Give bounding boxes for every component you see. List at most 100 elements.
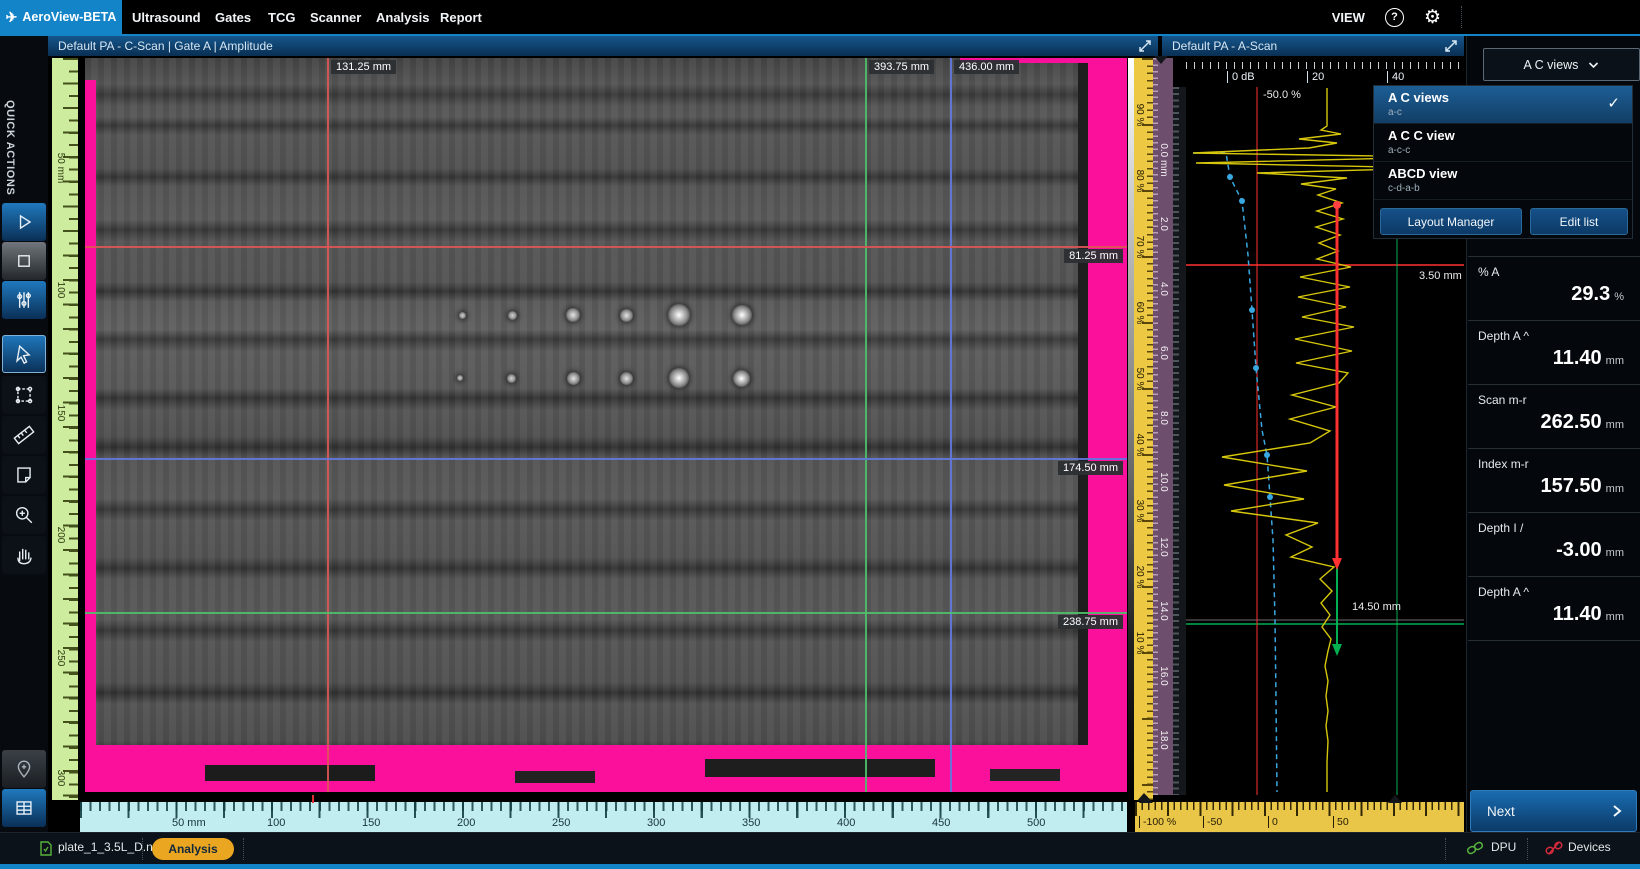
measurement-unit: mm bbox=[1606, 547, 1624, 559]
app-tab[interactable]: ✈ AeroView-BETA bbox=[0, 0, 122, 34]
defect-dot bbox=[507, 374, 516, 383]
stop-icon bbox=[11, 248, 37, 274]
ruler-label: 6.0 bbox=[1158, 346, 1169, 360]
zoom-icon bbox=[11, 502, 37, 528]
measurement-value: 11.40mm bbox=[1478, 347, 1624, 370]
menu-ultrasound[interactable]: Ultrasound bbox=[132, 0, 201, 34]
layout-manager-button[interactable]: Layout Manager bbox=[1380, 208, 1522, 235]
ascan-titlebar[interactable]: Default PA - A-Scan bbox=[1162, 36, 1464, 56]
expand-icon[interactable] bbox=[1444, 39, 1458, 53]
status-separator bbox=[142, 838, 143, 860]
ruler-label: 0.0 mm bbox=[1158, 143, 1169, 176]
depth-track-point bbox=[1264, 452, 1270, 458]
cscan-saturation-right bbox=[1088, 58, 1127, 792]
data-table-button[interactable] bbox=[2, 789, 46, 827]
cscan-title: Default PA - C-Scan | Gate A | Amplitude bbox=[58, 39, 273, 53]
quick-actions-header: QUICK ACTIONS bbox=[4, 100, 16, 195]
defect-dot bbox=[566, 308, 580, 322]
edit-list-button[interactable]: Edit list bbox=[1530, 208, 1628, 235]
view-layout-select[interactable]: A C views bbox=[1483, 48, 1640, 81]
annotation-tool-button[interactable] bbox=[2, 456, 46, 494]
position-tool-button[interactable] bbox=[2, 750, 46, 788]
measurement-unit: mm bbox=[1606, 355, 1624, 367]
expand-icon[interactable] bbox=[1138, 39, 1152, 53]
selection-tool-button[interactable] bbox=[2, 376, 46, 414]
ruler-label: 40 % bbox=[1134, 434, 1145, 457]
next-button[interactable]: Next bbox=[1470, 790, 1637, 832]
ruler-label: 60 % bbox=[1134, 302, 1145, 325]
measurement-separator bbox=[1468, 256, 1640, 257]
ruler-label: -50 bbox=[1203, 816, 1222, 828]
cscan-cursor-line[interactable] bbox=[85, 612, 1127, 614]
pan-tool-button[interactable] bbox=[2, 536, 46, 574]
measurement-unit: mm bbox=[1606, 483, 1624, 495]
ruler-label: 100 bbox=[55, 282, 66, 299]
pointer-tool-button[interactable] bbox=[2, 335, 46, 373]
cscan-cursor-line[interactable] bbox=[85, 458, 1127, 460]
ruler-label: 450 bbox=[932, 817, 950, 829]
analysis-mode-badge[interactable]: Analysis bbox=[152, 838, 234, 860]
zoom-tool-button[interactable] bbox=[2, 496, 46, 534]
file-icon bbox=[40, 841, 52, 856]
ruler-icon bbox=[11, 422, 37, 448]
cscan-image[interactable]: 131.25 mm 393.75 mm 436.00 mm 81.25 mm 174.5… bbox=[85, 58, 1127, 792]
play-button[interactable] bbox=[2, 203, 46, 241]
peak-marker bbox=[1333, 201, 1341, 209]
ruler-label: 12.0 bbox=[1158, 537, 1169, 556]
cscan-cursor-label[interactable]: 436.00 mm bbox=[954, 60, 1019, 74]
menu-analysis[interactable]: Analysis bbox=[376, 0, 429, 34]
ruler-label: 0 bbox=[1268, 816, 1278, 828]
topbar-separator bbox=[1461, 6, 1462, 28]
ruler-label: 50 bbox=[1333, 816, 1349, 828]
status-separator bbox=[243, 838, 244, 860]
cscan-cursor-label[interactable]: 174.50 mm bbox=[1058, 461, 1123, 475]
menu-tcg[interactable]: TCG bbox=[268, 0, 295, 34]
cscan-scan-ruler: 50 mm100150200250300350400450500 bbox=[80, 802, 1127, 832]
cscan-cursor-line[interactable] bbox=[85, 246, 1127, 248]
ascan-gain-ruler: 0 dB2040 bbox=[1186, 62, 1464, 87]
cscan-cursor-label[interactable]: 131.25 mm bbox=[331, 60, 396, 74]
ruler-label: 50 % bbox=[1134, 368, 1145, 391]
measurement-label: Depth A ^ bbox=[1478, 585, 1529, 599]
cscan-cursor-label[interactable]: 81.25 mm bbox=[1064, 249, 1123, 263]
measurement-separator bbox=[1468, 320, 1640, 321]
stop-button[interactable] bbox=[2, 242, 46, 280]
depth-track-point bbox=[1267, 494, 1273, 500]
amplitude-ruler-marker bbox=[1139, 795, 1153, 803]
cscan-cursor-line[interactable] bbox=[865, 58, 867, 792]
cscan-cursor-line[interactable] bbox=[327, 58, 329, 792]
ruler-label: 8.0 bbox=[1158, 411, 1169, 425]
ruler-label: 250 bbox=[55, 650, 66, 667]
layout-settings-button[interactable] bbox=[2, 281, 46, 319]
ruler-label: 200 bbox=[55, 527, 66, 544]
ascan-depth-ruler: 0.0 mm2.04.06.08.010.012.014.016.018.0 bbox=[1153, 58, 1173, 795]
ruler-label: 20 % bbox=[1134, 566, 1145, 589]
menu-scanner[interactable]: Scanner bbox=[310, 0, 361, 34]
dropdown-option-ac-views[interactable]: A C views a-c ✓ bbox=[1374, 86, 1632, 124]
cscan-cursor-label[interactable]: 393.75 mm bbox=[869, 60, 934, 74]
measurement-unit: mm bbox=[1606, 419, 1624, 431]
depth-track-line bbox=[1193, 153, 1277, 792]
measurement-value: 157.50mm bbox=[1478, 475, 1624, 498]
defect-dot bbox=[668, 304, 690, 326]
cursor-arrow-icon bbox=[11, 341, 37, 367]
hand-icon bbox=[11, 542, 37, 568]
dropdown-option-abcd-view[interactable]: ABCD view c-d-a-b bbox=[1374, 162, 1632, 200]
dropdown-option-acc-view[interactable]: A C C view a-c-c bbox=[1374, 124, 1632, 162]
gear-icon[interactable]: ⚙ bbox=[1424, 8, 1441, 27]
measurement-value: -3.00mm bbox=[1478, 539, 1624, 562]
measure-tool-button[interactable] bbox=[2, 416, 46, 454]
ruler-label: 2.0 bbox=[1158, 217, 1169, 231]
open-file-name: plate_1_3.5L_D.nde bbox=[58, 840, 166, 854]
ruler-label: 4.0 bbox=[1158, 282, 1169, 296]
cscan-titlebar[interactable]: Default PA - C-Scan | Gate A | Amplitude bbox=[48, 36, 1158, 56]
ruler-label: 20 bbox=[1307, 71, 1324, 83]
cscan-cursor-label[interactable]: 238.75 mm bbox=[1058, 615, 1123, 629]
depth-track-point bbox=[1227, 174, 1233, 180]
cscan-cursor-line[interactable] bbox=[950, 58, 952, 792]
menu-report[interactable]: Report bbox=[440, 0, 482, 34]
measurement-separator bbox=[1468, 640, 1640, 641]
menu-gates[interactable]: Gates bbox=[215, 0, 251, 34]
help-icon[interactable]: ? bbox=[1385, 8, 1404, 27]
view-menu[interactable]: VIEW bbox=[1332, 0, 1365, 34]
